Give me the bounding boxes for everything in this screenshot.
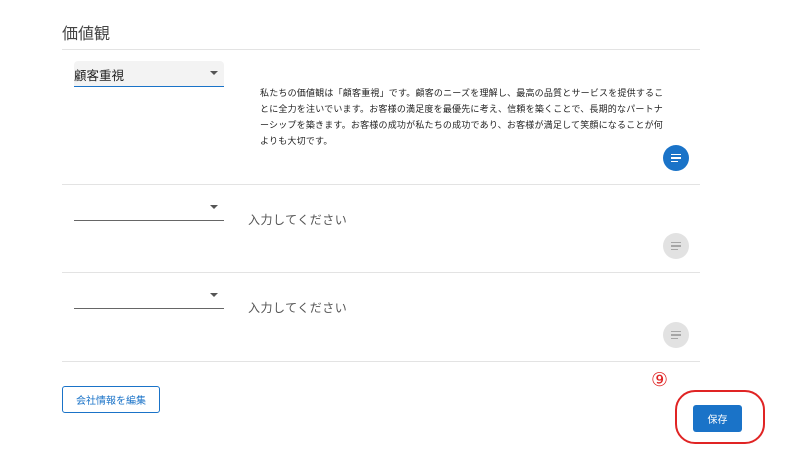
- chevron-down-icon: [210, 71, 218, 75]
- value-description: 私たちの価値観は「顧客重視」です。顧客のニーズを理解し、最高の品質とサービスを提…: [260, 89, 664, 147]
- divider: [62, 361, 700, 362]
- section-title: 価値観: [62, 24, 111, 43]
- text-placeholder-2[interactable]: 入力してください: [248, 211, 347, 228]
- value-select-1[interactable]: 顧客重視: [74, 61, 224, 87]
- ai-generate-button-1[interactable]: [663, 145, 689, 171]
- select-value: 顧客重視: [74, 68, 125, 83]
- edit-company-info-button[interactable]: 会社情報を編集: [62, 386, 160, 413]
- divider: [62, 49, 700, 50]
- text-placeholder-3[interactable]: 入力してください: [248, 299, 347, 316]
- value-select-3[interactable]: [74, 283, 224, 309]
- text-lines-icon: [671, 241, 681, 251]
- text-lines-icon: [671, 330, 681, 340]
- step-marker: ⑨: [651, 369, 669, 391]
- save-button[interactable]: 保存: [693, 405, 742, 432]
- divider: [62, 184, 700, 185]
- divider: [62, 272, 700, 273]
- value-select-2[interactable]: [74, 195, 224, 221]
- ai-generate-button-2[interactable]: [663, 233, 689, 259]
- text-lines-icon: [671, 153, 681, 163]
- chevron-down-icon: [210, 293, 218, 297]
- chevron-down-icon: [210, 205, 218, 209]
- ai-generate-button-3[interactable]: [663, 322, 689, 348]
